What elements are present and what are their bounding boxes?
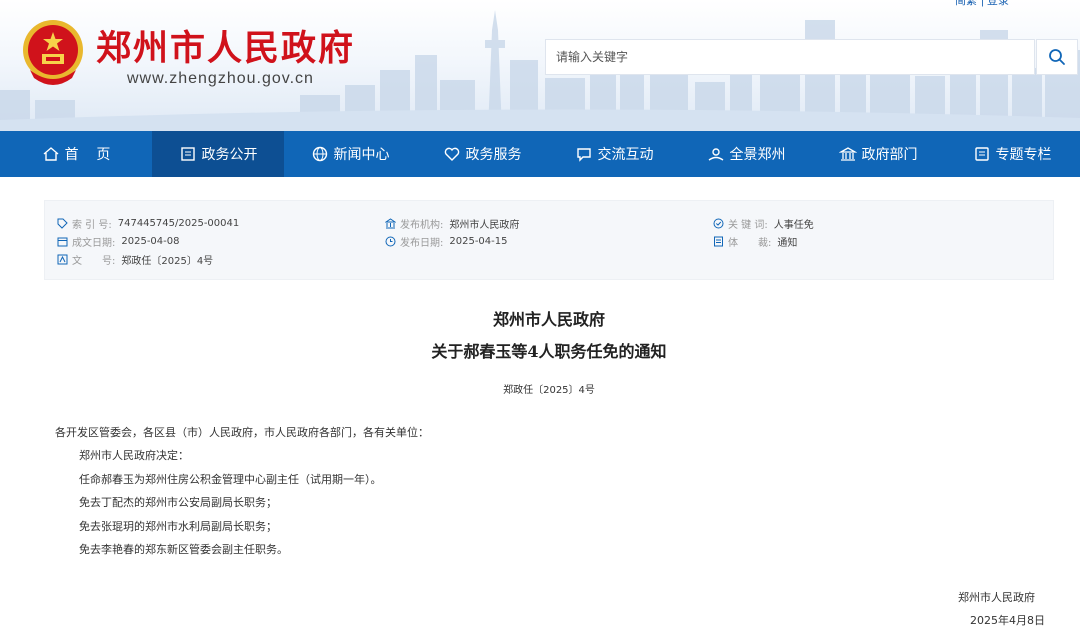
text-icon (57, 254, 68, 265)
panorama-icon (708, 148, 723, 161)
calendar-icon (57, 237, 68, 247)
list-icon (974, 147, 989, 161)
article-date: 2025年4月8日 (970, 614, 1045, 627)
nav-label: 交流互动 (597, 147, 654, 163)
article-title-line2: 关于郝春玉等4人职务任免的通知 (431, 342, 667, 361)
article-title-line1: 郑州市人民政府 (492, 310, 605, 329)
site-title: 郑州市人民政府 (96, 28, 356, 69)
search-icon (1049, 49, 1065, 65)
chat-icon (576, 148, 591, 162)
nav-label: 专题专栏 (995, 147, 1052, 163)
clock-icon (385, 236, 396, 247)
login-link[interactable]: 登录 (987, 0, 1009, 7)
globe-icon (312, 146, 327, 162)
article-paragraph: 任命郝春玉为郑州住房公积金管理中心副主任（试用期一年）。 (79, 473, 382, 486)
nav-label: 首 页 (64, 147, 111, 163)
nav-label: 政务服务 (465, 147, 522, 163)
meta-created-date: 成文日期: 2025-04-08 (57, 234, 180, 249)
nav-label: 政府部门 (861, 147, 918, 163)
nav-item-special-topics[interactable]: 专题专栏 (944, 131, 1080, 177)
meta-keyword: 关 键 词: 人事任免 (713, 216, 814, 231)
national-emblem-logo (23, 20, 83, 85)
home-icon (43, 147, 59, 161)
main-nav: 首 页 政务公开 新闻中心 政务服务 交流互动 全景郑州 政府部门 专题专栏 (0, 131, 1080, 177)
nav-label: 政务公开 (201, 147, 258, 163)
meta-published-date: 发布日期: 2025-04-15 (385, 234, 508, 249)
document-icon (714, 236, 723, 247)
heart-icon (444, 147, 459, 161)
meta-agency: 发布机构: 郑州市人民政府 (385, 216, 519, 231)
article-paragraph: 免去张琨玥的郑州市水利局副局长职务； (79, 520, 277, 533)
building-icon (385, 218, 396, 229)
nav-item-government-affairs[interactable]: 政务公开 (152, 131, 284, 177)
nav-item-home[interactable]: 首 页 (0, 131, 152, 177)
building-icon (838, 147, 857, 161)
meta-index: 索 引 号: 747445745/2025-00041 (57, 216, 239, 231)
simplified-traditional-link[interactable]: 简繁 (955, 0, 977, 7)
top-links: 简繁 | 登录 (955, 0, 1013, 8)
meta-genre: 体 裁: 通知 (713, 234, 797, 249)
nav-item-news[interactable]: 新闻中心 (284, 131, 416, 177)
article-signature: 郑州市人民政府 (958, 591, 1035, 604)
nav-item-departments[interactable]: 政府部门 (812, 131, 944, 177)
site-header: 郑州市人民政府 www.zhengzhou.gov.cn 简繁 | 登录 (0, 0, 1080, 131)
nav-item-interaction[interactable]: 交流互动 (548, 131, 680, 177)
article-paragraph: 免去李艳春的郑东新区管委会副主任职务。 (79, 543, 288, 556)
site-domain: www.zhengzhou.gov.cn (127, 70, 314, 87)
document-meta-box: 索 引 号: 747445745/2025-00041 成文日期: 2025-0… (44, 200, 1054, 280)
nav-item-panorama[interactable]: 全景郑州 (680, 131, 812, 177)
search-input[interactable] (546, 40, 1034, 74)
shield-check-icon (713, 218, 724, 229)
search-button[interactable] (1036, 39, 1078, 75)
nav-label: 全景郑州 (729, 147, 786, 163)
tag-icon (57, 218, 68, 229)
article-paragraph: 免去丁配杰的郑州市公安局副局长职务； (79, 496, 277, 509)
nav-label: 新闻中心 (333, 147, 390, 163)
meta-doc-number: 文 号: 郑政任〔2025〕4号 (57, 252, 213, 267)
article-paragraph: 郑州市人民政府决定： (79, 449, 189, 462)
nav-item-services[interactable]: 政务服务 (416, 131, 548, 177)
document-icon (180, 147, 195, 161)
article-salutation: 各开发区管委会，各区县（市）人民政府，市人民政府各部门，各有关单位： (55, 426, 429, 439)
article-doc-number: 郑政任〔2025〕4号 (503, 385, 595, 396)
search-box (545, 39, 1035, 75)
